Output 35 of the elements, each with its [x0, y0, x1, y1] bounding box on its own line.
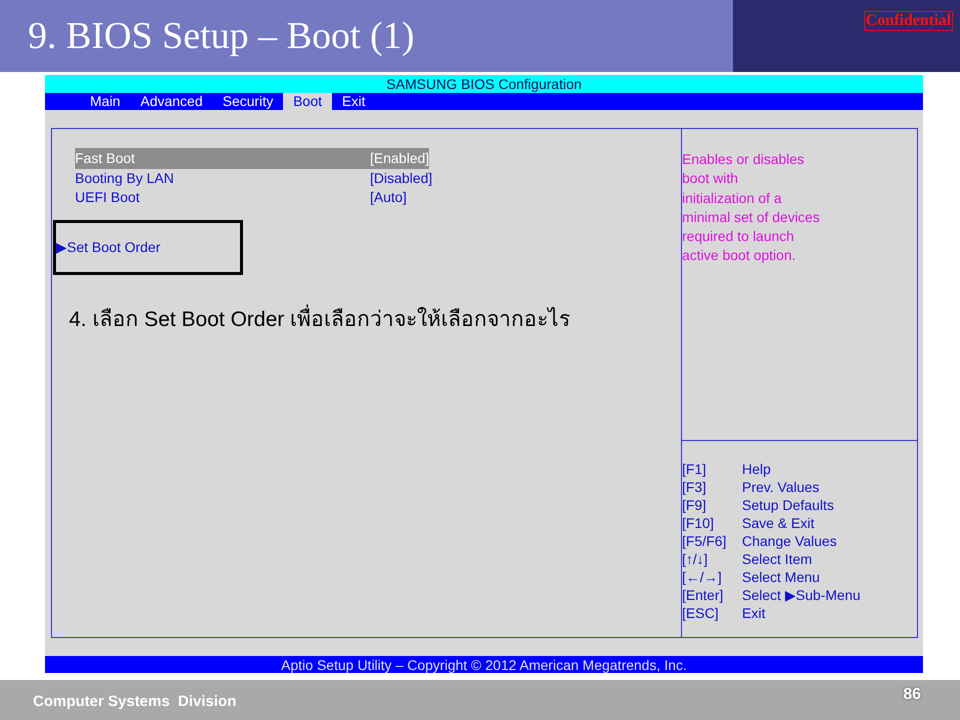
setting-label[interactable]: UEFI Boot: [75, 187, 370, 208]
menu-tab[interactable]: Advanced: [130, 93, 213, 110]
key-action: Prev. Values: [742, 478, 820, 496]
key-action: Setup Defaults: [742, 496, 834, 515]
menu-tab[interactable]: Boot: [283, 93, 332, 110]
copyright-text: Aptio Setup Utility – Copyright © 2012 American Megatrends, Inc.: [281, 658, 687, 672]
key-action: Select Item: [742, 550, 812, 568]
key-action: Select Menu: [742, 568, 820, 586]
setting-value[interactable]: [Auto]: [370, 187, 407, 208]
help-text: Enables or disables boot with initialization of a minimal set of devices required to launch active boot option.: [682, 150, 821, 266]
key-action: Help: [742, 460, 771, 479]
key-label: [ESC]: [682, 604, 720, 623]
key-action: Select ▶Sub-Menu: [742, 586, 860, 604]
confidential-label: Confidential: [864, 11, 953, 31]
key-label: [←/→]: [682, 568, 723, 587]
key-label: [Enter]: [682, 586, 724, 605]
key-action: Change Values: [742, 532, 837, 551]
key-label: [F5/F6]: [682, 532, 728, 551]
slide-title: 9. BIOS Setup – Boot (1): [28, 17, 414, 55]
menu-tab[interactable]: Security: [212, 93, 284, 110]
key-label: [F9]: [682, 496, 708, 515]
key-label: [↑/↓]: [682, 550, 709, 569]
key-action: Exit: [742, 604, 766, 622]
setting-label[interactable]: Booting By LAN: [75, 168, 370, 189]
bios-title: SAMSUNG BIOS Configuration: [386, 77, 582, 91]
menu-tab[interactable]: Main: [80, 93, 130, 110]
key-label: [F10]: [682, 514, 715, 533]
page-number: 86: [903, 685, 921, 705]
submenu-item[interactable]: ▶Set Boot Order: [56, 236, 160, 258]
key-action: Save & Exit: [742, 514, 814, 532]
menu-tab[interactable]: Exit: [332, 93, 376, 110]
key-label: [F1]: [682, 460, 708, 479]
key-label: [F3]: [682, 478, 708, 497]
division-label: Computer Systems Division: [33, 692, 236, 712]
setting-value[interactable]: [Disabled]: [370, 168, 432, 189]
